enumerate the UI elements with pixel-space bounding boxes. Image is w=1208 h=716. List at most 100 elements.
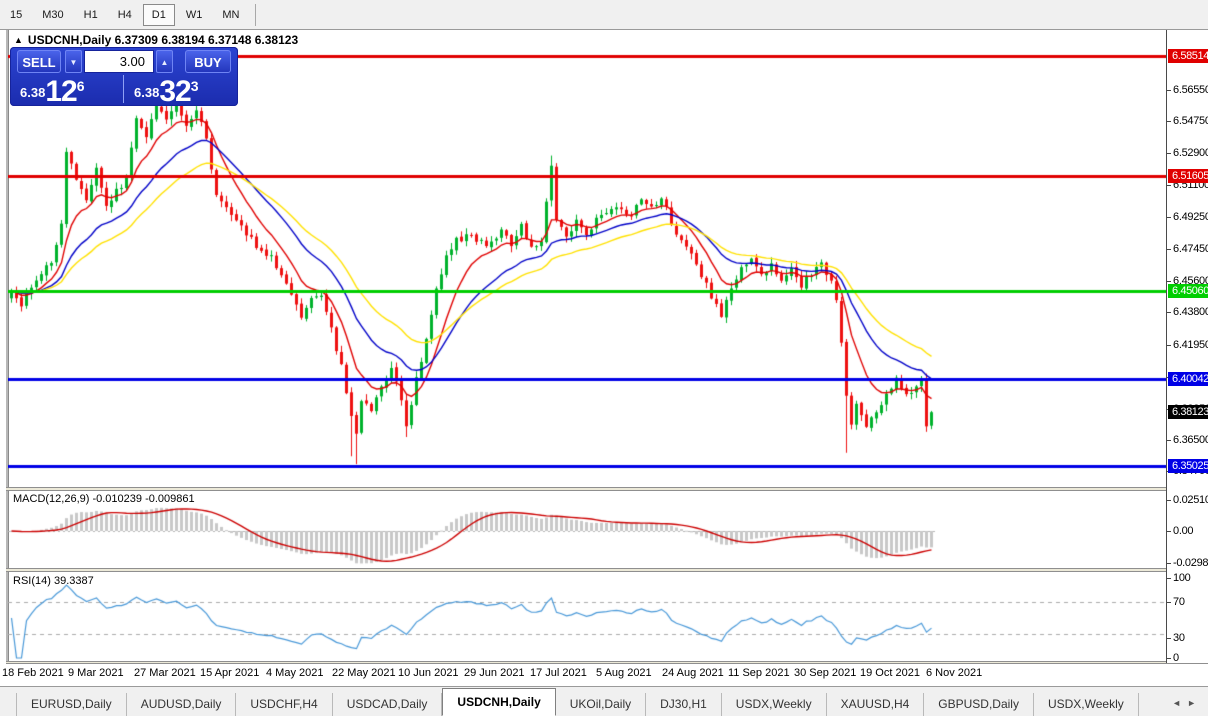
indicator-tick-mark bbox=[1167, 500, 1171, 501]
toolbar-separator bbox=[255, 4, 256, 26]
date-label: 19 Oct 2021 bbox=[860, 667, 920, 679]
price-tick-mark bbox=[1167, 281, 1171, 282]
sell-price-big: 12 bbox=[45, 75, 76, 108]
date-label: 4 May 2021 bbox=[266, 667, 323, 679]
price-level-badge: 6.45060 bbox=[1168, 284, 1208, 298]
price-tick-mark bbox=[1167, 153, 1171, 154]
rsi-pane-canvas[interactable] bbox=[8, 572, 1166, 661]
price-level-badge: 6.58514 bbox=[1168, 49, 1208, 63]
timeframe-button-m30[interactable]: M30 bbox=[33, 4, 72, 26]
indicator-tick-label: 70 bbox=[1173, 596, 1185, 609]
chart-tab-dj30-h1[interactable]: DJ30,H1 bbox=[646, 693, 722, 716]
chart-tab-audusd-daily[interactable]: AUDUSD,Daily bbox=[127, 693, 237, 716]
buy-price[interactable]: 6.38323 bbox=[134, 75, 198, 105]
indicator-tick-label: 0 bbox=[1173, 652, 1179, 665]
trading-terminal: { "toolbar": {"items": ["15","M30","H1",… bbox=[0, 0, 1208, 716]
price-tick-label: 6.49250 bbox=[1173, 211, 1208, 224]
sell-button[interactable]: SELL bbox=[17, 50, 61, 73]
buy-button[interactable]: BUY bbox=[185, 50, 231, 73]
price-tick-label: 6.43800 bbox=[1173, 306, 1208, 319]
chart-title: ▲ USDCNH,Daily 6.37309 6.38194 6.37148 6.… bbox=[14, 33, 298, 47]
volume-decrease-button[interactable]: ▼ bbox=[65, 50, 82, 73]
rsi-label: RSI(14) 39.3387 bbox=[13, 575, 94, 587]
timeframe-toolbar: 15M30H1H4D1W1MN bbox=[0, 0, 1208, 30]
chart-tab-usdcad-daily[interactable]: USDCAD,Daily bbox=[333, 693, 443, 716]
price-tick-mark bbox=[1167, 121, 1171, 122]
volume-input[interactable] bbox=[84, 50, 154, 73]
macd-label: MACD(12,26,9) -0.010239 -0.009861 bbox=[13, 493, 195, 505]
indicator-tick-mark bbox=[1167, 602, 1171, 603]
price-tick-label: 6.52900 bbox=[1173, 147, 1208, 160]
tab-scroll-right-icon[interactable]: ► bbox=[1187, 698, 1202, 708]
date-label: 18 Feb 2021 bbox=[2, 667, 64, 679]
price-tick-label: 6.47450 bbox=[1173, 243, 1208, 256]
tab-scroll-left-icon[interactable]: ◄ bbox=[1172, 698, 1187, 708]
price-tick-label: 6.54750 bbox=[1173, 115, 1208, 128]
timeframe-button-h1[interactable]: H1 bbox=[75, 4, 107, 26]
date-label: 5 Aug 2021 bbox=[596, 667, 652, 679]
sell-price-sup: 6 bbox=[77, 78, 85, 94]
date-label: 6 Nov 2021 bbox=[926, 667, 982, 679]
timeframe-button-h4[interactable]: H4 bbox=[109, 4, 141, 26]
current-price-badge: 6.38123 bbox=[1168, 405, 1208, 419]
indicator-tick-label: 0.00 bbox=[1173, 525, 1193, 538]
date-axis[interactable]: 18 Feb 2021 9 Mar 2021 27 Mar 2021 15 Apr 2… bbox=[0, 664, 1208, 685]
price-tick-label: 6.56550 bbox=[1173, 84, 1208, 97]
price-tick-mark bbox=[1167, 312, 1171, 313]
trade-panel-divider bbox=[123, 75, 124, 103]
price-tick-mark bbox=[1167, 249, 1171, 250]
chart-tab-usdchf-h4[interactable]: USDCHF,H4 bbox=[236, 693, 332, 716]
date-label: 17 Jul 2021 bbox=[530, 667, 587, 679]
price-level-badge: 6.35025 bbox=[1168, 459, 1208, 473]
sell-price-prefix: 6.38 bbox=[20, 85, 45, 100]
one-click-trade-panel: SELL ▼ ▲ BUY 6.38126 6.38323 bbox=[10, 47, 238, 106]
indicator-tick-mark bbox=[1167, 531, 1171, 532]
sell-price[interactable]: 6.38126 bbox=[20, 75, 84, 105]
date-label: 22 May 2021 bbox=[332, 667, 396, 679]
price-tick-mark bbox=[1167, 440, 1171, 441]
indicator-tick-mark bbox=[1167, 638, 1171, 639]
price-tick-mark bbox=[1167, 90, 1171, 91]
indicator-tick-label: 30 bbox=[1173, 632, 1185, 645]
chart-tab-ukoil-daily[interactable]: UKOil,Daily bbox=[556, 693, 646, 716]
price-tick-label: 6.36500 bbox=[1173, 434, 1208, 447]
indicator-tick-mark bbox=[1167, 658, 1171, 659]
price-tick-mark bbox=[1167, 185, 1171, 186]
indicator-tick-label: 100 bbox=[1173, 572, 1190, 585]
chart-tab-eurusd-daily[interactable]: EURUSD,Daily bbox=[16, 693, 127, 716]
volume-increase-button[interactable]: ▲ bbox=[156, 50, 173, 73]
chart-tab-gbpusd-daily[interactable]: GBPUSD,Daily bbox=[924, 693, 1034, 716]
buy-price-sup: 3 bbox=[191, 78, 199, 94]
chart-tab-xauusd-h4[interactable]: XAUUSD,H4 bbox=[827, 693, 925, 716]
chart-tab-bar: EURUSD,DailyAUDUSD,DailyUSDCHF,H4USDCAD,… bbox=[0, 686, 1208, 716]
date-label: 15 Apr 2021 bbox=[200, 667, 259, 679]
indicator-tick-mark bbox=[1167, 563, 1171, 564]
date-label: 10 Jun 2021 bbox=[398, 667, 459, 679]
timeframe-button-15[interactable]: 15 bbox=[1, 4, 31, 26]
date-label: 24 Aug 2021 bbox=[662, 667, 724, 679]
price-axis[interactable]: 6.565506.547506.529006.511006.492506.474… bbox=[1166, 30, 1208, 663]
price-level-badge: 6.51605 bbox=[1168, 169, 1208, 183]
price-tick-mark bbox=[1167, 345, 1171, 346]
indicator-tick-mark bbox=[1167, 578, 1171, 579]
chart-tab-usdx-weekly[interactable]: USDX,Weekly bbox=[1034, 693, 1139, 716]
date-label: 29 Jun 2021 bbox=[464, 667, 525, 679]
indicator-tick-label: 0.025108 bbox=[1173, 494, 1208, 507]
date-label: 30 Sep 2021 bbox=[794, 667, 856, 679]
buy-price-big: 32 bbox=[159, 75, 190, 108]
timeframe-button-d1[interactable]: D1 bbox=[143, 4, 175, 26]
price-level-badge: 6.40042 bbox=[1168, 372, 1208, 386]
date-label: 27 Mar 2021 bbox=[134, 667, 196, 679]
symbol-marker-icon: ▲ bbox=[14, 35, 23, 45]
buy-price-prefix: 6.38 bbox=[134, 85, 159, 100]
chart-title-text: USDCNH,Daily 6.37309 6.38194 6.37148 6.3… bbox=[28, 33, 298, 47]
timeframe-button-w1[interactable]: W1 bbox=[177, 4, 212, 26]
indicator-tick-label: -0.02988 bbox=[1173, 557, 1208, 570]
price-tick-label: 6.41950 bbox=[1173, 339, 1208, 352]
date-label: 9 Mar 2021 bbox=[68, 667, 124, 679]
price-tick-mark bbox=[1167, 217, 1171, 218]
date-label: 11 Sep 2021 bbox=[728, 667, 790, 679]
chart-tab-usdcnh-daily[interactable]: USDCNH,Daily bbox=[442, 688, 555, 716]
chart-tab-usdx-weekly[interactable]: USDX,Weekly bbox=[722, 693, 827, 716]
timeframe-button-mn[interactable]: MN bbox=[213, 4, 248, 26]
